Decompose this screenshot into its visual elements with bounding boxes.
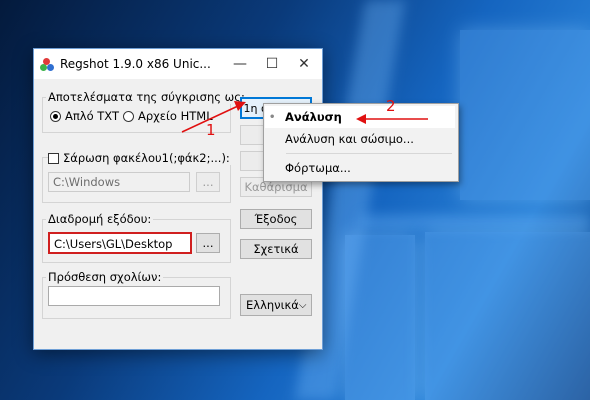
annotation-arrowhead-2 <box>356 114 366 124</box>
annotation-arrows <box>181 101 428 133</box>
annotation-step-1: 1 <box>206 121 216 139</box>
annotation-arrowhead-1 <box>234 101 246 111</box>
annotation-step-2: 2 <box>386 97 396 115</box>
